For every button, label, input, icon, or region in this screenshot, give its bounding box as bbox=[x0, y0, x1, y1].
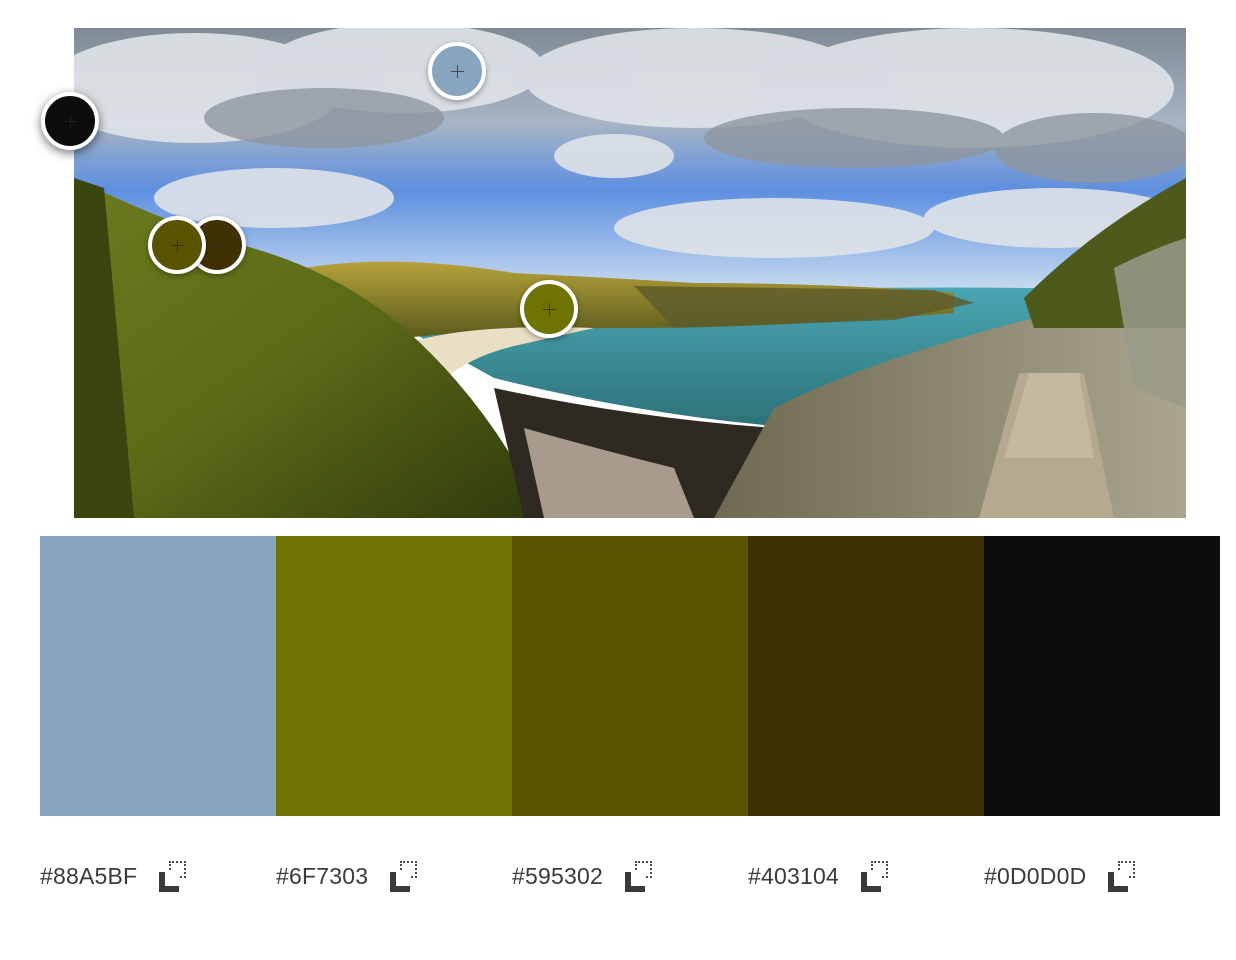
copy-icon[interactable] bbox=[1106, 859, 1140, 893]
color-swatch-4[interactable] bbox=[748, 536, 984, 816]
hex-label-cell: #403104 bbox=[748, 856, 984, 896]
color-picker-marker-2[interactable] bbox=[520, 280, 578, 338]
copy-icon[interactable] bbox=[623, 859, 657, 893]
hex-label-cell: #595302 bbox=[512, 856, 748, 896]
hex-label-cell: #88A5BF bbox=[40, 856, 276, 896]
color-swatches bbox=[40, 536, 1220, 816]
color-picker-marker-1[interactable] bbox=[428, 42, 486, 100]
color-picker-marker-3[interactable] bbox=[148, 216, 206, 274]
plus-icon bbox=[450, 64, 464, 78]
landscape-image bbox=[74, 28, 1186, 518]
color-swatch-5[interactable] bbox=[984, 536, 1220, 816]
color-swatch-2[interactable] bbox=[276, 536, 512, 816]
hex-value[interactable]: #88A5BF bbox=[40, 863, 137, 890]
plus-icon bbox=[170, 238, 184, 252]
hex-value[interactable]: #0D0D0D bbox=[984, 863, 1086, 890]
copy-icon[interactable] bbox=[388, 859, 422, 893]
copy-icon[interactable] bbox=[859, 859, 893, 893]
hex-label-cell: #6F7303 bbox=[276, 856, 512, 896]
hex-labels: #88A5BF #6F7303 #595302 #403104 #0D0D0D bbox=[40, 856, 1220, 896]
color-swatch-3[interactable] bbox=[512, 536, 748, 816]
plus-icon bbox=[210, 238, 224, 252]
hex-value[interactable]: #6F7303 bbox=[276, 863, 368, 890]
source-photo bbox=[74, 28, 1186, 518]
hex-label-cell: #0D0D0D bbox=[984, 856, 1220, 896]
plus-icon bbox=[63, 114, 77, 128]
hex-value[interactable]: #595302 bbox=[512, 863, 603, 890]
copy-icon[interactable] bbox=[157, 859, 191, 893]
plus-icon bbox=[542, 302, 556, 316]
hex-value[interactable]: #403104 bbox=[748, 863, 839, 890]
color-swatch-1[interactable] bbox=[40, 536, 276, 816]
color-picker-marker-5[interactable] bbox=[41, 92, 99, 150]
